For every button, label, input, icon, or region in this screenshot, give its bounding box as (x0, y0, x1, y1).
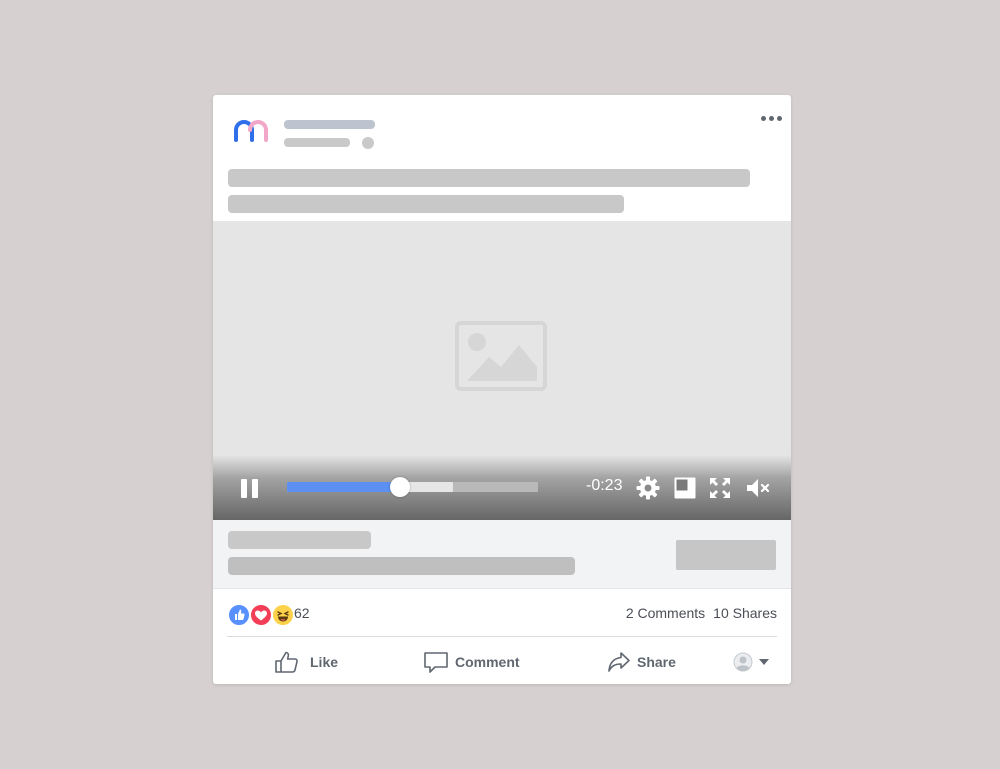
more-options-icon[interactable] (761, 111, 785, 125)
progress-scrubber-handle[interactable] (389, 477, 410, 497)
pause-icon[interactable] (239, 478, 261, 500)
brand-logo-icon[interactable] (232, 120, 270, 142)
reaction-count[interactable]: 62 (294, 604, 310, 622)
picture-in-picture-icon[interactable] (673, 476, 697, 500)
share-label: Share (637, 654, 676, 670)
link-title-placeholder (228, 531, 371, 549)
speech-bubble-icon (423, 650, 449, 674)
post-card: -0:23 62 2 Comments 10 Shares Like Comme… (213, 95, 791, 684)
progress-played (287, 482, 400, 492)
audience-globe-icon (362, 137, 374, 149)
fullscreen-icon[interactable] (708, 476, 732, 500)
love-reaction-icon (249, 603, 273, 627)
thumbs-up-icon (274, 650, 300, 674)
post-actions-bar: Like Comment Share (213, 640, 791, 684)
link-preview[interactable] (213, 520, 791, 589)
post-text-line-2 (228, 195, 624, 213)
video-controls-bar: -0:23 (213, 455, 791, 520)
image-placeholder-icon (455, 321, 547, 391)
author-name-placeholder[interactable] (284, 120, 375, 129)
volume-muted-icon[interactable] (745, 476, 770, 500)
like-button[interactable]: Like (274, 647, 338, 677)
comments-count[interactable]: 2 Comments (626, 604, 705, 622)
progress-bar[interactable] (287, 477, 538, 497)
comment-label: Comment (455, 654, 520, 670)
share-arrow-icon (607, 650, 631, 674)
chevron-down-icon (759, 659, 769, 665)
comment-share-counts: 2 Comments 10 Shares (626, 604, 777, 622)
settings-gear-icon[interactable] (636, 476, 660, 500)
comment-button[interactable]: Comment (423, 647, 520, 677)
link-cta-button-placeholder[interactable] (676, 540, 776, 570)
video-player[interactable]: -0:23 (213, 221, 791, 520)
post-text-line-1 (228, 169, 750, 187)
link-description-placeholder (228, 557, 575, 575)
reaction-icons[interactable] (227, 601, 295, 627)
profile-avatar-icon (733, 652, 753, 672)
like-label: Like (310, 654, 339, 670)
haha-reaction-icon (271, 603, 295, 627)
post-date-placeholder (284, 138, 350, 147)
engagement-stats: 62 2 Comments 10 Shares (213, 589, 791, 637)
audience-selector[interactable] (733, 647, 769, 677)
share-button[interactable]: Share (607, 647, 676, 677)
shares-count[interactable]: 10 Shares (713, 604, 777, 622)
like-reaction-icon (227, 603, 251, 627)
stats-divider (227, 636, 777, 637)
time-remaining: -0:23 (586, 477, 623, 494)
